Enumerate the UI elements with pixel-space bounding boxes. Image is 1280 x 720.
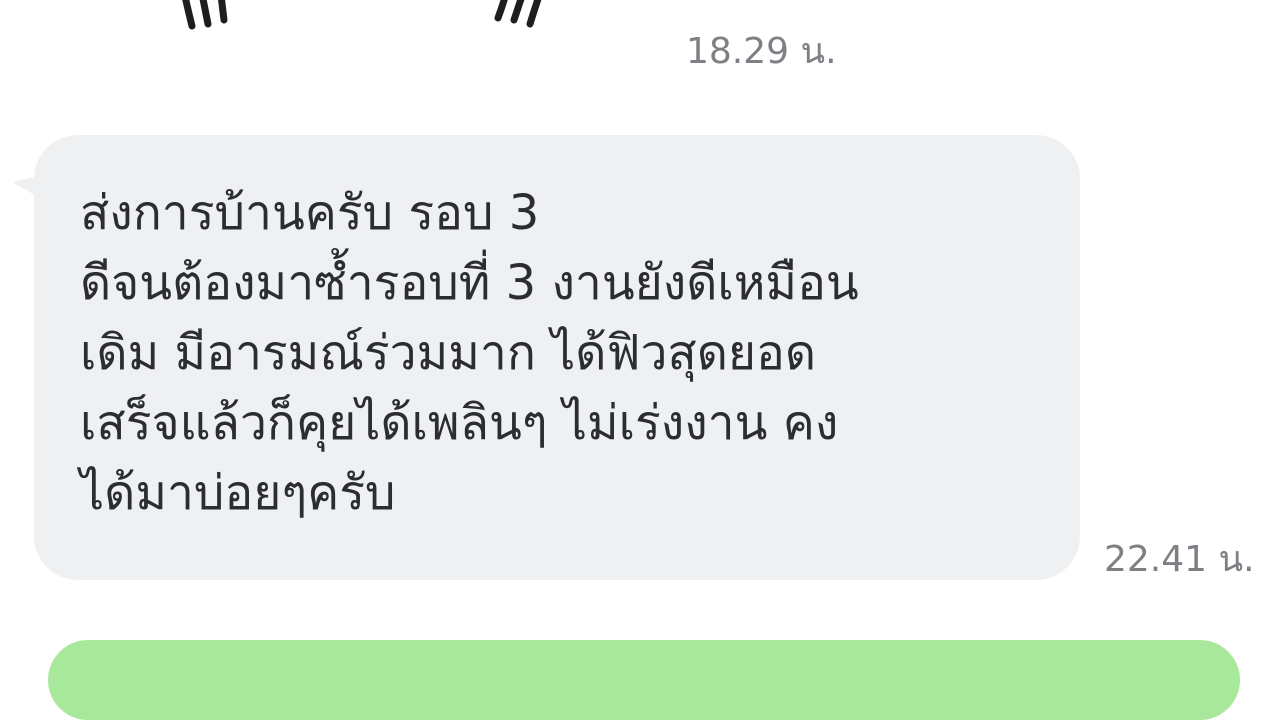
outgoing-message-bubble[interactable]	[48, 640, 1240, 720]
message-line: ดีจนต้องมาซ้ำรอบที่ 3 งานยังดีเหมือน	[80, 255, 859, 311]
message-timestamp: 18.29 น.	[686, 31, 837, 72]
message-timestamp: 22.41 น.	[1104, 539, 1255, 580]
message-line: ได้มาบ่อยๆครับ	[80, 465, 396, 521]
hand-drawn-sticker-icon	[182, 0, 542, 30]
message-line: ส่งการบ้านครับ รอบ 3	[80, 185, 540, 241]
message-line: เดิม มีอารมณ์ร่วมมาก ได้ฟิวสุดยอด	[80, 325, 816, 381]
message-line: เสร็จแล้วก็คุยได้เพลินๆ ไม่เร่งงาน คง	[80, 395, 839, 451]
message-text: ส่งการบ้านครับ รอบ 3 ดีจนต้องมาซ้ำรอบที่…	[80, 178, 1070, 528]
